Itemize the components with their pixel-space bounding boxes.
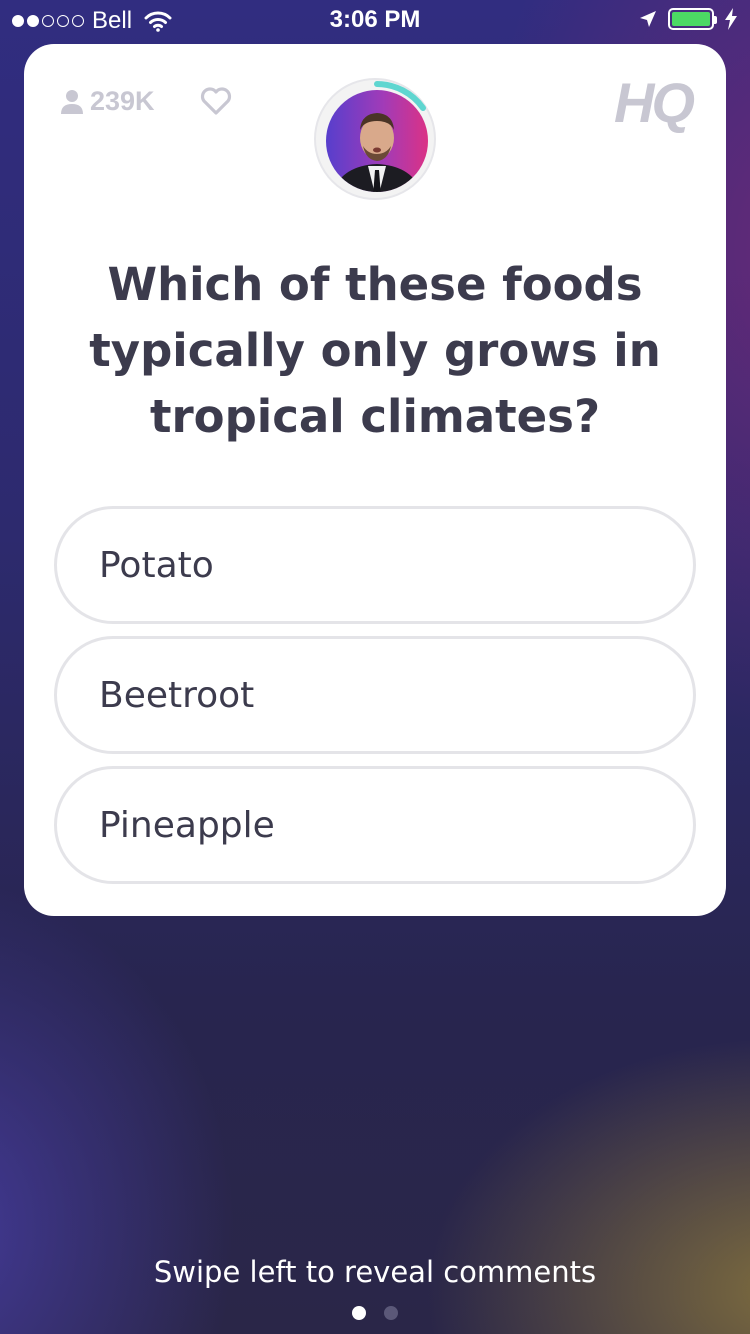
- answer-option-2[interactable]: Beetroot: [54, 636, 696, 754]
- heart-icon[interactable]: [200, 86, 232, 116]
- swipe-hint: Swipe left to reveal comments: [153, 1255, 597, 1289]
- status-right: [638, 8, 738, 30]
- battery-icon: [668, 8, 717, 30]
- viewer-count-label: 239K: [90, 86, 155, 116]
- viewer-count: 239K: [60, 86, 155, 117]
- answer-option-3[interactable]: Pineapple: [54, 766, 696, 884]
- hq-logo: HQ: [614, 71, 695, 134]
- page-indicator[interactable]: [0, 1306, 750, 1320]
- page-dot-active: [352, 1306, 366, 1320]
- person-icon: [61, 89, 83, 114]
- host-avatar: [314, 78, 436, 200]
- location-icon: [640, 11, 656, 27]
- page-dot: [384, 1306, 398, 1320]
- question-text: Which of these foods typically only grow…: [89, 258, 661, 443]
- question-card: 239K HQ Which of these foods typically o…: [24, 44, 726, 916]
- battery-level: [672, 12, 710, 26]
- status-bar: Bell 3:06 PM: [0, 0, 750, 40]
- answer-list: Potato Beetroot Pineapple: [54, 506, 696, 896]
- host-video-icon: [326, 81, 428, 192]
- answer-option-1[interactable]: Potato: [54, 506, 696, 624]
- bolt-icon: [725, 8, 737, 30]
